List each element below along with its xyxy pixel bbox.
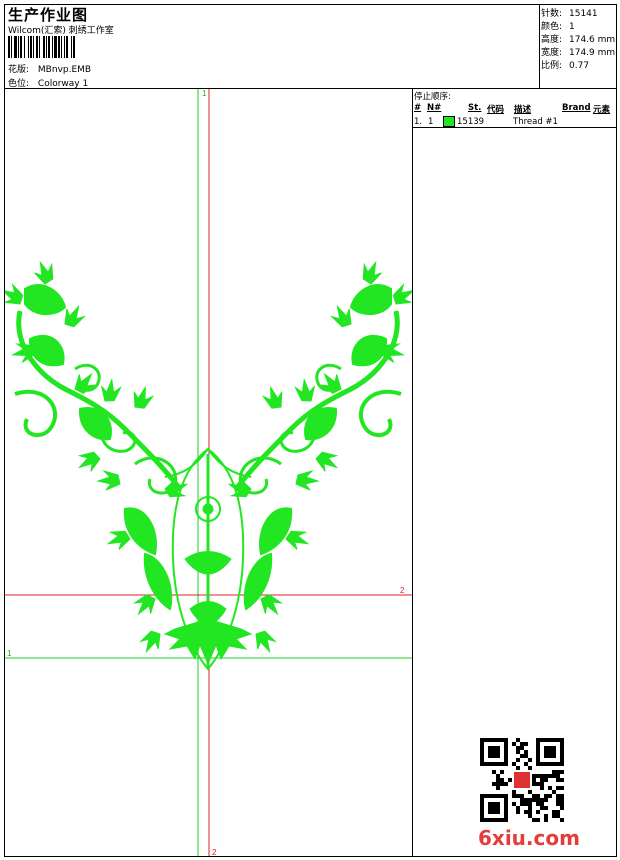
- colorway-label: 色位:: [8, 79, 30, 89]
- stat-height: 高度: 174.6 mm: [541, 35, 616, 45]
- page-title: 生产作业图: [8, 6, 89, 24]
- row-needle: 1: [428, 117, 434, 127]
- stats-divider: [539, 4, 540, 88]
- guide-label-v1: 1: [202, 89, 207, 98]
- stat-width: 宽度: 174.9 mm: [541, 48, 616, 58]
- col-brand: Brand: [562, 103, 591, 113]
- design-canvas: 1 1 2 2: [5, 89, 412, 856]
- stat-colors: 颜色: 1: [541, 22, 575, 32]
- design-file: MBnvp.EMB: [37, 65, 92, 75]
- watermark-logo: 6xiu.com: [478, 826, 580, 850]
- design-row: 花版: MBnvp.EMB: [8, 62, 91, 75]
- guide-label-h1: 1: [7, 649, 12, 658]
- row-code: 15139: [457, 117, 485, 127]
- guide-label-v2: 2: [212, 848, 217, 856]
- stat-stitches: 针数: 15141: [541, 9, 598, 19]
- table-divider: [412, 127, 617, 128]
- design-label: 花版:: [8, 65, 30, 75]
- row-desc: Thread #1: [513, 117, 558, 127]
- col-code: 代码: [487, 105, 505, 115]
- col-needle: N#: [427, 103, 442, 113]
- colorway-row: 色位: Colorway 1: [8, 76, 88, 89]
- barcode: [8, 36, 75, 58]
- colorway-name: Colorway 1: [37, 79, 89, 89]
- stat-scale: 比例: 0.77: [541, 61, 590, 71]
- canvas-divider: [412, 88, 413, 857]
- col-element: 元素: [593, 105, 611, 115]
- col-desc: 描述: [514, 105, 532, 115]
- col-index: #: [414, 103, 422, 113]
- guide-label-h2: 2: [400, 586, 405, 595]
- row-index: 1.: [414, 117, 423, 127]
- company-name: Wilcom(汇索) 刺绣工作室: [8, 26, 114, 36]
- thread-color-swatch: [443, 116, 455, 127]
- stop-sequence-title: 停止顺序:: [414, 92, 451, 102]
- col-stitches: St.: [468, 103, 482, 113]
- qr-code: [480, 738, 564, 822]
